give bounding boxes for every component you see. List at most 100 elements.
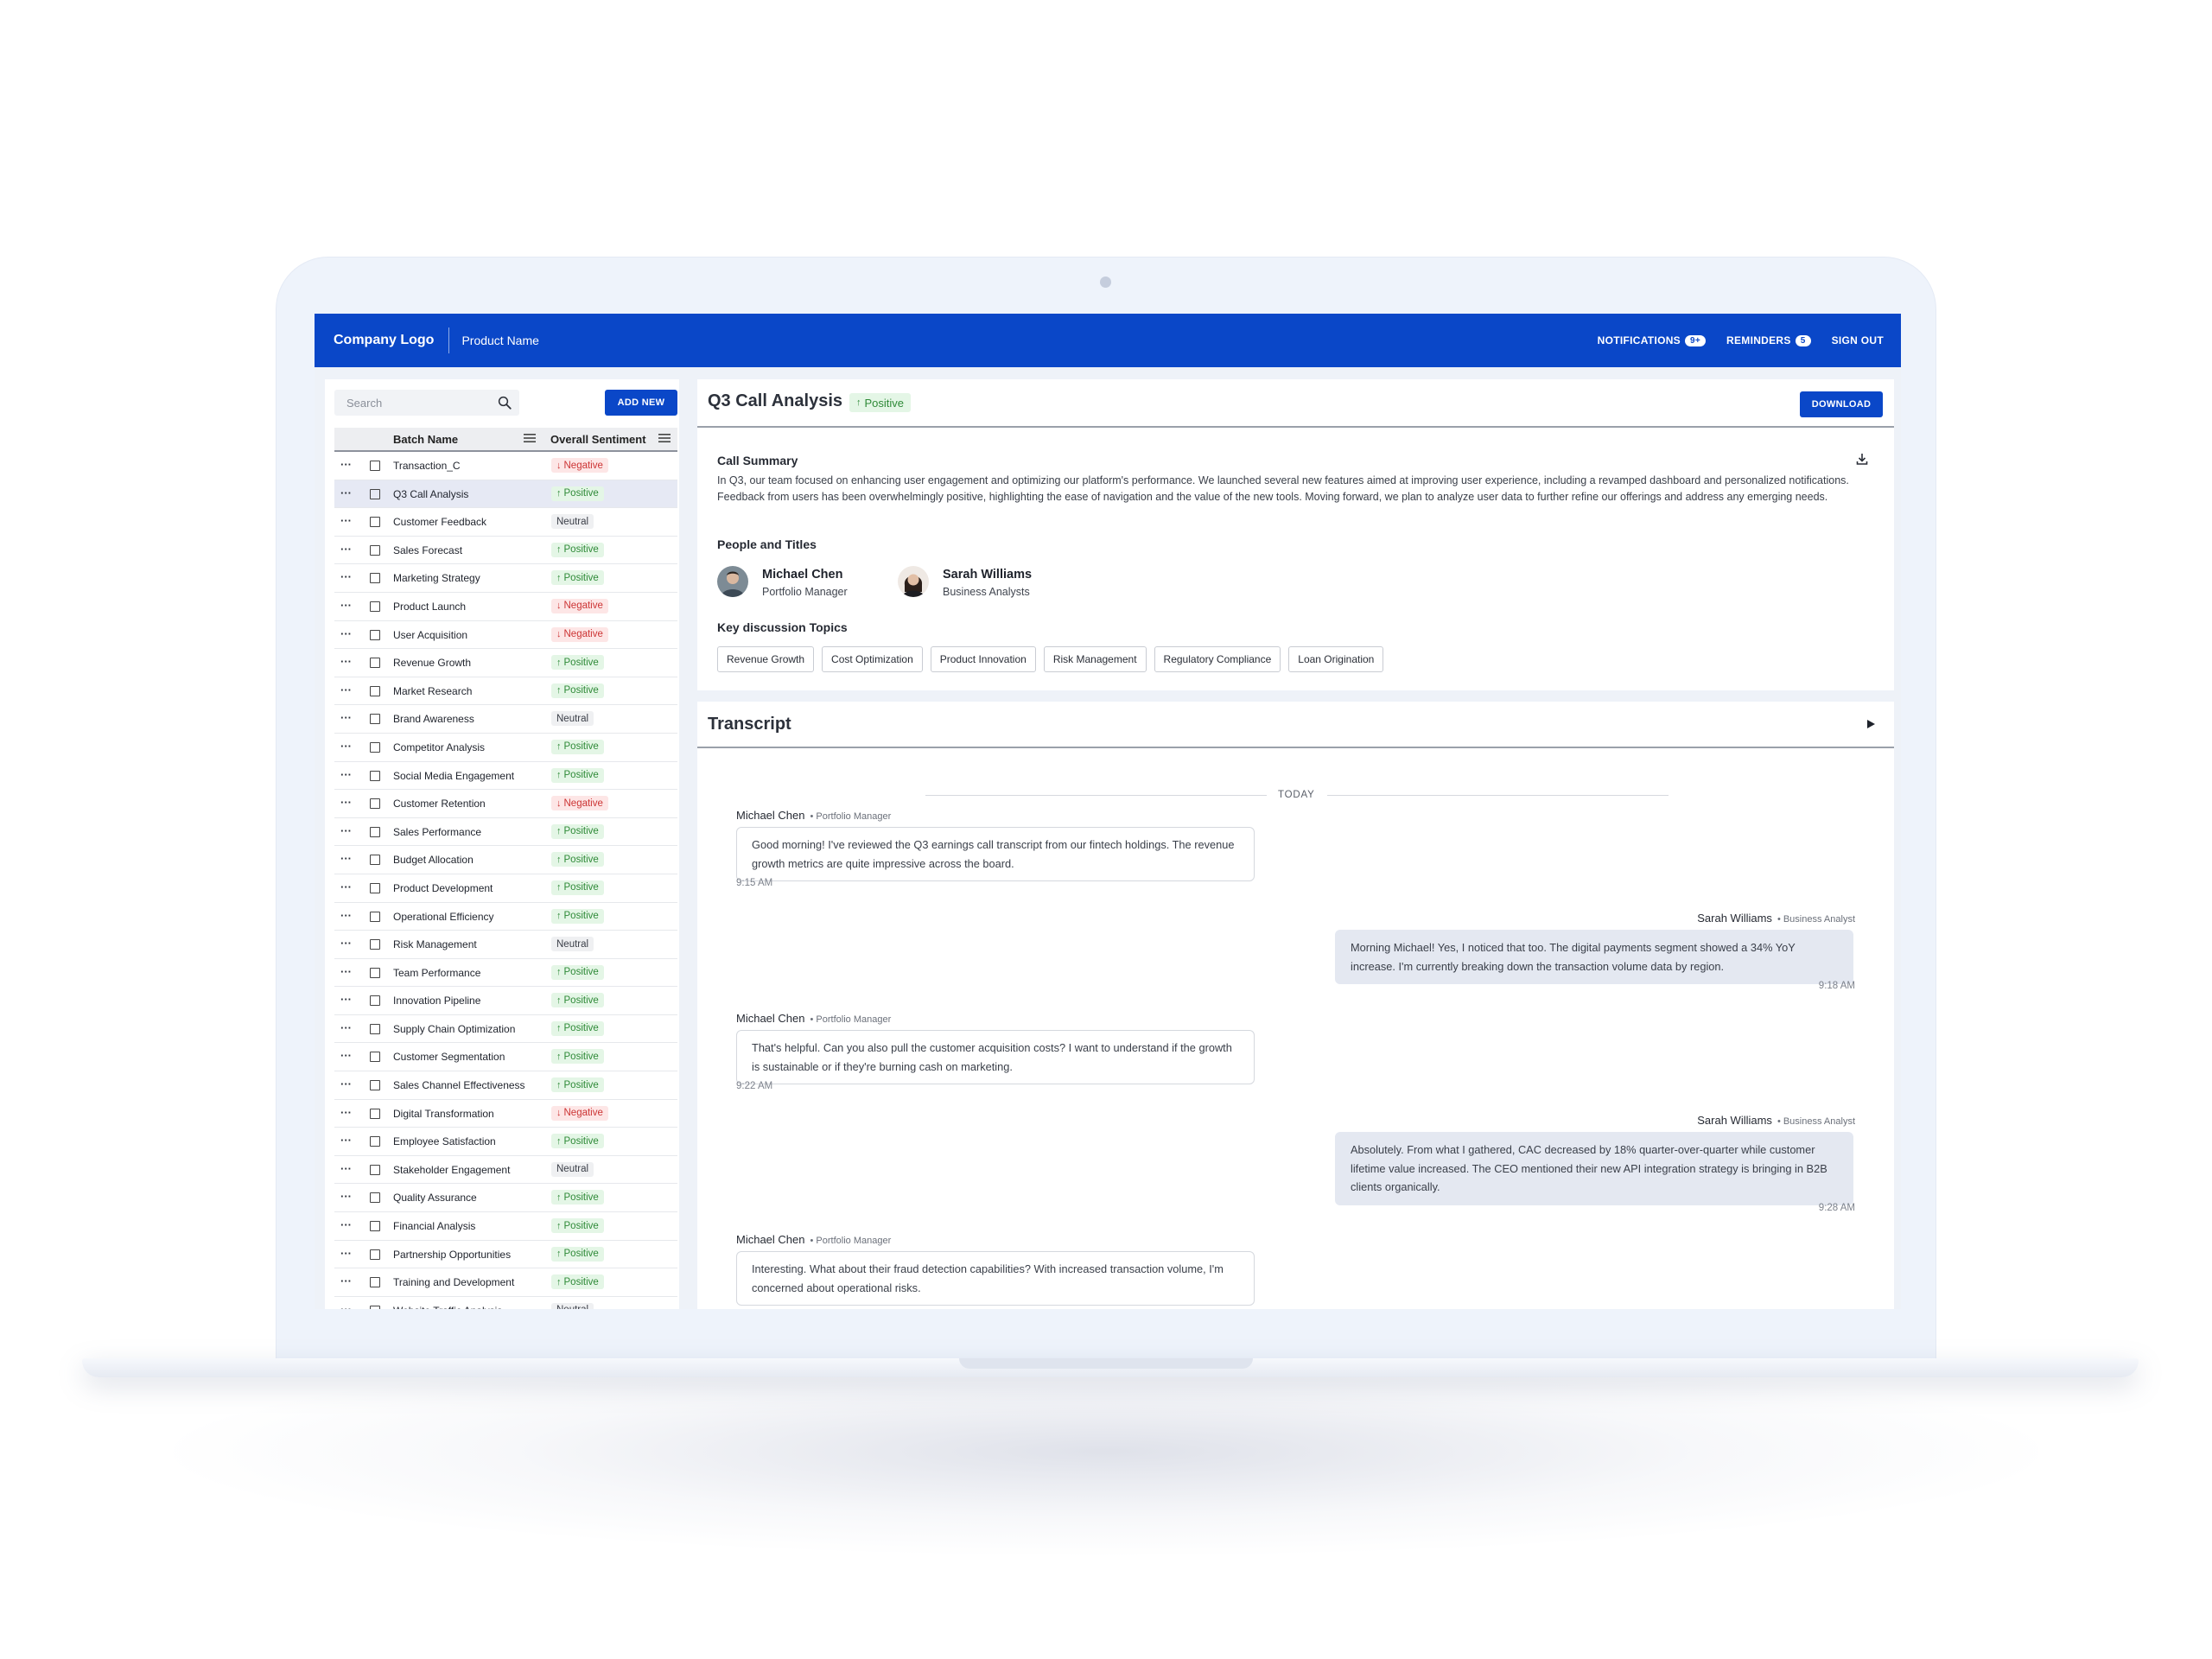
- table-row[interactable]: ··· Sales Performance ↑ Positive: [334, 818, 677, 847]
- more-options-icon[interactable]: ···: [340, 570, 352, 583]
- table-row[interactable]: ··· Stakeholder Engagement Neutral: [334, 1156, 677, 1185]
- topic-chip[interactable]: Risk Management: [1043, 646, 1147, 672]
- table-row[interactable]: ··· Website Traffic Analysis Neutral: [334, 1297, 677, 1309]
- more-options-icon[interactable]: ···: [340, 655, 352, 668]
- table-row[interactable]: ··· Partnership Opportunities ↑ Positive: [334, 1241, 677, 1269]
- notifications-link[interactable]: NOTIFICATIONS 9+: [1598, 334, 1706, 346]
- row-checkbox[interactable]: [370, 798, 380, 810]
- column-menu-icon[interactable]: [524, 433, 536, 443]
- topic-chip[interactable]: Revenue Growth: [717, 646, 815, 672]
- more-options-icon[interactable]: ···: [340, 1049, 352, 1062]
- row-checkbox[interactable]: [370, 629, 380, 640]
- row-checkbox[interactable]: [370, 1164, 380, 1175]
- row-checkbox[interactable]: [370, 1080, 380, 1091]
- more-options-icon[interactable]: ···: [340, 1190, 352, 1203]
- row-checkbox[interactable]: [370, 1249, 380, 1260]
- row-checkbox[interactable]: [370, 826, 380, 837]
- row-checkbox[interactable]: [370, 714, 380, 725]
- table-row[interactable]: ··· Employee Satisfaction ↑ Positive: [334, 1128, 677, 1156]
- table-row[interactable]: ··· Supply Chain Optimization ↑ Positive: [334, 1015, 677, 1044]
- table-row[interactable]: ··· Marketing Strategy ↑ Positive: [334, 564, 677, 593]
- add-new-button[interactable]: ADD NEW: [605, 390, 677, 416]
- row-checkbox[interactable]: [370, 461, 380, 471]
- reminders-link[interactable]: REMINDERS 5: [1726, 334, 1811, 346]
- table-row[interactable]: ··· Innovation Pipeline ↑ Positive: [334, 987, 677, 1015]
- row-checkbox[interactable]: [370, 1136, 380, 1147]
- more-options-icon[interactable]: ···: [340, 1218, 352, 1231]
- table-row[interactable]: ··· Digital Transformation ↓ Negative: [334, 1100, 677, 1128]
- row-checkbox[interactable]: [370, 573, 380, 584]
- table-row[interactable]: ··· Revenue Growth ↑ Positive: [334, 649, 677, 677]
- more-options-icon[interactable]: ···: [340, 1134, 352, 1147]
- table-row[interactable]: ··· Risk Management Neutral: [334, 931, 677, 959]
- row-checkbox[interactable]: [370, 517, 380, 528]
- more-options-icon[interactable]: ···: [340, 514, 352, 527]
- more-options-icon[interactable]: ···: [340, 852, 352, 865]
- table-row[interactable]: ··· Sales Channel Effectiveness ↑ Positive: [334, 1071, 677, 1100]
- more-options-icon[interactable]: ···: [340, 1021, 352, 1034]
- topic-chip[interactable]: Cost Optimization: [822, 646, 923, 672]
- table-row[interactable]: ··· Customer Feedback Neutral: [334, 508, 677, 537]
- table-row[interactable]: ··· Training and Development ↑ Positive: [334, 1268, 677, 1297]
- table-row[interactable]: ··· User Acquisition ↓ Negative: [334, 621, 677, 650]
- more-options-icon[interactable]: ···: [340, 458, 352, 471]
- download-icon[interactable]: [1855, 452, 1869, 466]
- table-row[interactable]: ··· Budget Allocation ↑ Positive: [334, 846, 677, 874]
- row-checkbox[interactable]: [370, 685, 380, 696]
- row-checkbox[interactable]: [370, 770, 380, 781]
- more-options-icon[interactable]: ···: [340, 880, 352, 893]
- topic-chip[interactable]: Product Innovation: [930, 646, 1036, 672]
- table-row[interactable]: ··· Team Performance ↑ Positive: [334, 959, 677, 988]
- more-options-icon[interactable]: ···: [340, 768, 352, 781]
- more-options-icon[interactable]: ···: [340, 796, 352, 809]
- row-checkbox[interactable]: [370, 882, 380, 893]
- table-row[interactable]: ··· Brand Awareness Neutral: [334, 705, 677, 734]
- row-checkbox[interactable]: [370, 1305, 380, 1309]
- column-header-batch-name[interactable]: Batch Name: [393, 433, 458, 446]
- table-row[interactable]: ··· Product Development ↑ Positive: [334, 874, 677, 903]
- table-row[interactable]: ··· Operational Efficiency ↑ Positive: [334, 903, 677, 931]
- more-options-icon[interactable]: ···: [340, 1077, 352, 1090]
- column-header-overall-sentiment[interactable]: Overall Sentiment: [550, 433, 646, 446]
- row-checkbox[interactable]: [370, 658, 380, 669]
- more-options-icon[interactable]: ···: [340, 683, 352, 696]
- company-logo[interactable]: Company Logo: [334, 333, 434, 348]
- row-checkbox[interactable]: [370, 741, 380, 753]
- topic-chip[interactable]: Regulatory Compliance: [1154, 646, 1281, 672]
- more-options-icon[interactable]: ···: [340, 543, 352, 556]
- row-checkbox[interactable]: [370, 1108, 380, 1119]
- search-icon[interactable]: [497, 395, 512, 410]
- more-options-icon[interactable]: ···: [340, 1162, 352, 1175]
- table-row[interactable]: ··· Social Media Engagement ↑ Positive: [334, 762, 677, 791]
- table-row[interactable]: ··· Transaction_C ↓ Negative: [334, 452, 677, 480]
- row-checkbox[interactable]: [370, 601, 380, 612]
- table-row[interactable]: ··· Competitor Analysis ↑ Positive: [334, 734, 677, 762]
- table-row[interactable]: ··· Customer Segmentation ↑ Positive: [334, 1043, 677, 1072]
- row-checkbox[interactable]: [370, 967, 380, 978]
- more-options-icon[interactable]: ···: [340, 1274, 352, 1287]
- search-input[interactable]: [345, 395, 495, 410]
- more-options-icon[interactable]: ···: [340, 486, 352, 499]
- row-checkbox[interactable]: [370, 855, 380, 866]
- row-checkbox[interactable]: [370, 995, 380, 1007]
- table-row[interactable]: ··· Customer Retention ↓ Negative: [334, 790, 677, 818]
- more-options-icon[interactable]: ···: [340, 1303, 352, 1309]
- more-options-icon[interactable]: ···: [340, 599, 352, 612]
- more-options-icon[interactable]: ···: [340, 711, 352, 724]
- sign-out-link[interactable]: SIGN OUT: [1832, 334, 1884, 346]
- more-options-icon[interactable]: ···: [340, 993, 352, 1006]
- row-checkbox[interactable]: [370, 1192, 380, 1204]
- more-options-icon[interactable]: ···: [340, 1247, 352, 1260]
- more-options-icon[interactable]: ···: [340, 1106, 352, 1119]
- row-checkbox[interactable]: [370, 544, 380, 556]
- more-options-icon[interactable]: ···: [340, 909, 352, 922]
- more-options-icon[interactable]: ···: [340, 824, 352, 837]
- more-options-icon[interactable]: ···: [340, 627, 352, 640]
- table-row[interactable]: ··· Quality Assurance ↑ Positive: [334, 1184, 677, 1213]
- table-row[interactable]: ··· Product Launch ↓ Negative: [334, 593, 677, 621]
- table-row[interactable]: ··· Market Research ↑ Positive: [334, 677, 677, 706]
- download-button[interactable]: DOWNLOAD: [1800, 391, 1883, 417]
- play-icon[interactable]: [1866, 718, 1876, 730]
- topic-chip[interactable]: Loan Origination: [1288, 646, 1384, 672]
- more-options-icon[interactable]: ···: [340, 937, 352, 950]
